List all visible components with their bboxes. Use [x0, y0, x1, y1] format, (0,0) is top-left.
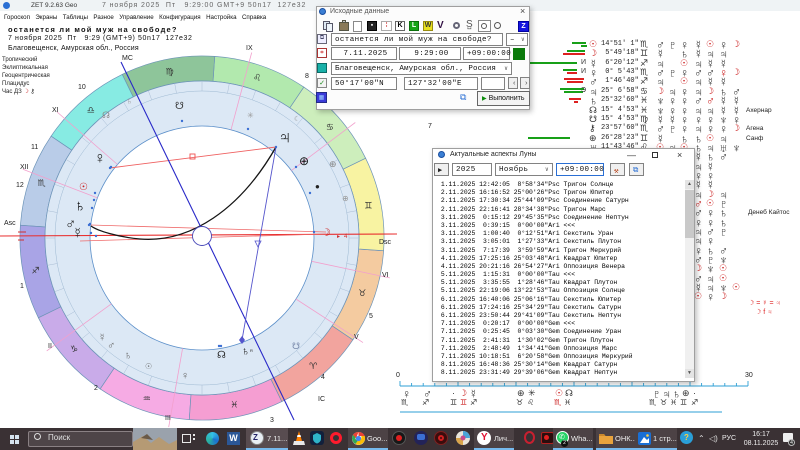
svg-text:♐︎: ♐︎ — [32, 265, 40, 275]
svg-text:♏︎: ♏︎ — [38, 178, 46, 188]
svg-text:♑︎: ♑︎ — [70, 344, 78, 354]
svg-text:♍︎: ♍︎ — [166, 67, 174, 77]
svg-text:♌︎: ♌︎ — [253, 73, 261, 83]
svg-text:♊︎: ♊︎ — [364, 201, 372, 211]
svg-text:♈︎: ♈︎ — [309, 361, 317, 371]
svg-text:♎︎: ♎︎ — [87, 105, 95, 115]
svg-text:▸: ▸ — [337, 234, 340, 240]
svg-text:♋︎: ♋︎ — [326, 122, 334, 132]
svg-text:♉︎: ♉︎ — [358, 288, 366, 298]
